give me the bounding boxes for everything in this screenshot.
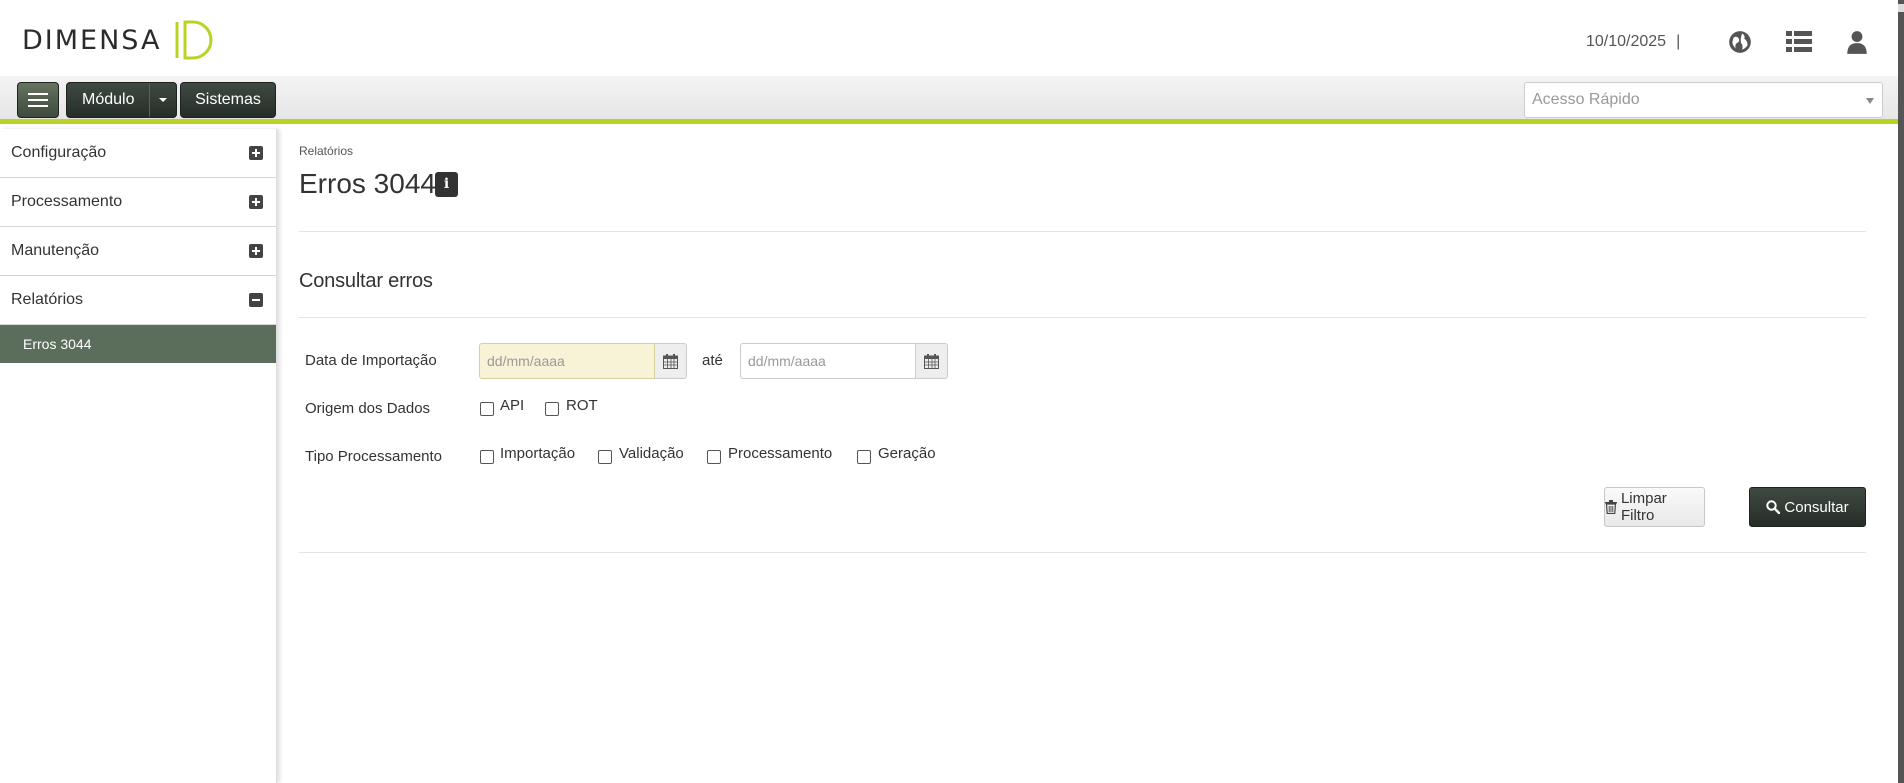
expand-plus-icon[interactable] (249, 146, 263, 160)
checkbox-api[interactable] (480, 402, 494, 416)
sidebar-item-label: Relatórios (11, 291, 84, 308)
main-toolbar: Módulo Sistemas Acesso Rápido (0, 76, 1898, 124)
checkbox-geracao-label[interactable]: Geração (878, 445, 936, 462)
quick-access-select[interactable]: Acesso Rápido (1524, 82, 1883, 118)
breadcrumb[interactable]: Relatórios (299, 144, 353, 158)
info-icon[interactable]: i (435, 172, 458, 197)
sidebar-item-configuracao[interactable]: Configuração (0, 129, 276, 178)
user-icon[interactable] (1844, 29, 1870, 55)
clear-filter-label: Limpar Filtro (1620, 490, 1667, 524)
caret-down-icon (159, 98, 167, 102)
page-scrollbar[interactable] (1898, 0, 1904, 783)
checkbox-rot-label[interactable]: ROT (566, 397, 598, 414)
section-title: Consultar erros (299, 270, 433, 292)
calendar-icon (924, 353, 939, 369)
date-to-input[interactable]: dd/mm/aaaa (740, 343, 916, 379)
trash-icon (1605, 500, 1617, 514)
ate-label: até (702, 352, 723, 369)
page-title: Erros 3044 (299, 168, 436, 199)
modulo-label: Módulo (82, 91, 135, 108)
clear-filter-button[interactable]: Limpar Filtro (1604, 487, 1705, 527)
tipo-processamento-label: Tipo Processamento (305, 448, 443, 465)
sidebar-item-relatorios[interactable]: Relatórios (0, 276, 276, 325)
scroll-up-arrow-icon[interactable] (1898, 4, 1904, 12)
search-icon (1766, 500, 1781, 514)
divider (299, 231, 1866, 232)
sidebar-item-label: Configuração (11, 144, 107, 161)
sidebar-item-label: Manutenção (11, 242, 100, 259)
date-to-calendar-button[interactable] (916, 343, 948, 379)
sidebar-item-label: Processamento (11, 193, 123, 210)
menu-toggle-button[interactable] (17, 82, 59, 118)
calendar-icon (663, 353, 678, 369)
checkbox-geracao[interactable] (857, 450, 871, 464)
sidebar-subitem-erros-3044[interactable]: Erros 3044 (0, 325, 276, 363)
chevron-down-icon (1866, 98, 1874, 104)
dimensa-logo[interactable]: DIMENSA (22, 18, 215, 62)
sidebar-menu: Configuração Processamento Manutenção Re… (0, 129, 277, 783)
search-label: Consultar (1784, 498, 1849, 516)
sidebar-item-manutencao[interactable]: Manutenção (0, 227, 276, 276)
checkbox-validacao[interactable] (598, 450, 612, 464)
collapse-minus-icon[interactable] (249, 293, 263, 307)
date-from-input[interactable]: dd/mm/aaaa (479, 343, 655, 379)
date-import-label: Data de Importação (305, 352, 437, 369)
checkbox-api-label[interactable]: API (500, 397, 524, 414)
globe-icon[interactable] (1727, 29, 1753, 55)
date-separator: | (1676, 33, 1681, 50)
date-from-calendar-button[interactable] (655, 343, 687, 379)
expand-plus-icon[interactable] (249, 244, 263, 258)
checkbox-processamento[interactable] (707, 450, 721, 464)
checkbox-importacao-label[interactable]: Importação (500, 445, 575, 462)
current-date: 10/10/2025 | (1586, 33, 1680, 51)
divider (299, 552, 1866, 553)
modulo-dropdown-toggle[interactable] (149, 83, 176, 117)
sistemas-button[interactable]: Sistemas (180, 82, 276, 118)
brand-name: DIMENSA (22, 24, 162, 56)
expand-plus-icon[interactable] (249, 195, 263, 209)
hamburger-icon (28, 93, 48, 107)
divider (299, 317, 1866, 318)
checkbox-validacao-label[interactable]: Validação (619, 445, 684, 462)
logo-mark-icon (175, 20, 213, 60)
search-button[interactable]: Consultar (1749, 487, 1866, 527)
checkbox-importacao[interactable] (480, 450, 494, 464)
sidebar-item-processamento[interactable]: Processamento (0, 178, 276, 227)
top-header: DIMENSA 10/10/2025 | (0, 0, 1904, 76)
list-icon[interactable] (1786, 29, 1812, 55)
checkbox-processamento-label[interactable]: Processamento (728, 445, 832, 462)
modulo-button[interactable]: Módulo (66, 82, 177, 118)
date-text: 10/10/2025 (1586, 33, 1667, 50)
quick-access-placeholder: Acesso Rápido (1532, 91, 1640, 108)
checkbox-rot[interactable] (545, 402, 559, 416)
origem-label: Origem dos Dados (305, 400, 431, 417)
